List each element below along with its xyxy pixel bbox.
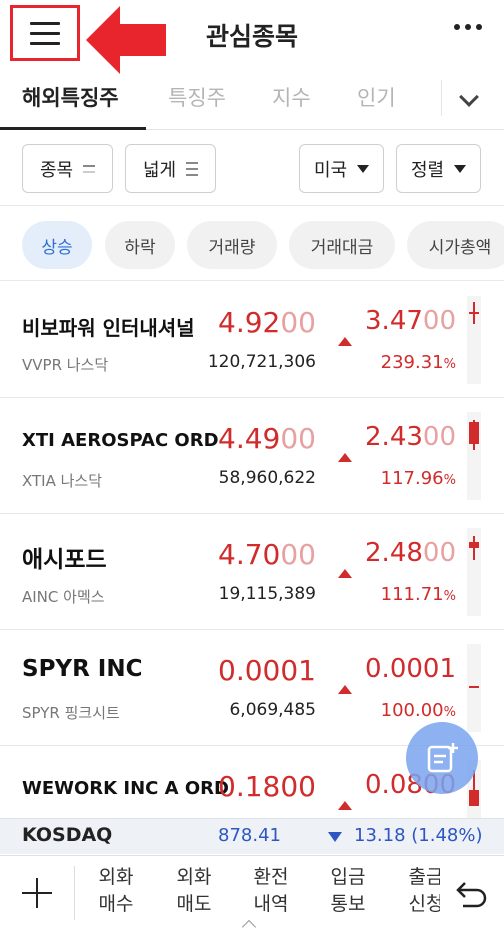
app-header: 관심종목 [0,0,504,74]
active-tab-indicator [0,127,146,130]
back-button[interactable] [440,864,504,924]
up-triangle-icon [338,453,352,462]
stock-volume: 58,960,622 [218,468,316,488]
chevron-down-icon[interactable] [459,87,479,107]
tab-popular[interactable]: 인기 [357,82,396,112]
stock-name: XTI AEROSPAC ORD [22,430,219,451]
stock-price: 4.7000 [218,538,316,571]
stock-name: 비보파워 인터내셔널 [22,316,195,340]
width-filter-label: 넓게 [142,159,177,181]
up-triangle-icon [338,685,352,694]
stock-change-percent: 239.31% [380,352,456,373]
stock-name: 애시포드 [22,547,107,573]
item-filter-label: 종목 [39,159,74,181]
stock-row[interactable]: 비보파워 인터내셔널 VVPR 나스닥 4.9200 120,721,306 3… [0,282,504,398]
candle-body [469,312,479,314]
chevron-up-icon [241,919,257,929]
stock-change-percent: 117.96% [380,468,456,489]
bottom-quick-menu: 외화 매수 외화 매도 환전 내역 입금 통보 출금 신청 [0,855,504,929]
add-memo-fab-button[interactable] [406,722,478,794]
stock-ticker-market: SPYR 핑크시트 [22,704,120,722]
candle-body [469,422,479,444]
stock-ticker-market: XTIA 나스닥 [22,472,103,490]
tab-divider [441,80,442,116]
candle-body [469,542,479,548]
index-value: 878.41 [218,825,281,846]
quick-menu-deposit-notice[interactable]: 입금 통보 [318,864,378,918]
stock-change-percent: 111.71% [380,584,456,605]
sort-select-label: 정렬 [410,159,445,181]
stock-row[interactable]: 애시포드 AINC 아멕스 4.7000 19,115,389 2.4800 1… [0,514,504,630]
undo-arrow-icon [456,882,487,908]
plus-icon[interactable] [20,876,54,910]
chip-rise[interactable]: 상승 [22,221,92,269]
category-tabs: 해외특징주 특징주 지수 인기 [0,66,504,130]
chip-market-cap[interactable]: 시가총액 [407,221,504,269]
stock-price: 0.0001 [218,654,316,687]
down-triangle-icon [328,832,342,842]
stock-change: 2.4300 [365,422,456,452]
index-ticker-bar[interactable]: KOSDAQ 878.41 13.18 (1.48%) [0,818,504,854]
item-filter-button[interactable]: 종목 [22,144,113,193]
page-title: 관심종목 [205,22,298,51]
stock-price: 4.9200 [218,306,316,339]
more-options-icon[interactable] [454,24,482,30]
quick-menu-exchange-history[interactable]: 환전 내역 [241,864,301,918]
candle-chart [467,644,481,732]
divider [74,866,75,920]
candle-chart [467,296,481,384]
candle-chart [467,412,481,500]
chip-volume[interactable]: 거래량 [187,221,277,269]
up-triangle-icon [338,569,352,578]
filter-bar: 종목 넓게 미국 정렬 [0,131,504,206]
stock-row[interactable]: XTI AEROSPAC ORD XTIA 나스닥 4.4900 58,960,… [0,398,504,514]
quick-menu-fx-buy[interactable]: 외화 매수 [86,864,146,918]
list-lines-icon [186,161,199,176]
sort-select[interactable]: 정렬 [396,144,481,193]
index-change: 13.18 (1.48%) [354,825,483,846]
tab-index[interactable]: 지수 [272,82,311,112]
dropdown-triangle-icon [454,164,467,173]
stock-change: 2.4800 [365,538,456,568]
chip-fall[interactable]: 하락 [105,221,175,269]
up-triangle-icon [338,801,352,810]
stock-change: 0.0001 [365,654,456,684]
stock-price: 0.1800 [218,770,316,803]
chip-trade-value[interactable]: 거래대금 [289,221,395,269]
candle-wick [473,536,475,560]
stock-name: WEWORK INC A ORD [22,778,229,799]
stock-change: 3.4700 [365,306,456,336]
stock-name: SPYR INC [22,656,143,682]
stock-change-percent: 100.00% [380,700,456,721]
tab-featured[interactable]: 특징주 [168,82,226,112]
ranking-chips: 상승 하락 거래량 거래대금 시가총액 [0,207,504,281]
tab-overseas-featured[interactable]: 해외특징주 [22,82,119,112]
width-filter-button[interactable]: 넓게 [125,144,216,193]
stock-volume: 6,069,485 [229,700,316,720]
stock-volume: 19,115,389 [218,584,316,604]
up-triangle-icon [338,337,352,346]
stock-ticker-market: AINC 아멕스 [22,588,105,606]
index-name: KOSDAQ [22,824,113,846]
list-lines-icon [83,164,96,173]
dropdown-triangle-icon [357,164,370,173]
stock-ticker-market: VVPR 나스닥 [22,356,109,374]
candle-chart [467,528,481,616]
stock-price: 4.4900 [218,422,316,455]
market-select-label: 미국 [313,159,348,181]
memo-add-icon [427,743,458,773]
market-select[interactable]: 미국 [299,144,384,193]
quick-menu-fx-sell[interactable]: 외화 매도 [164,864,224,918]
candle-body [469,790,479,806]
candle-body [469,686,479,688]
stock-volume: 120,721,306 [207,352,316,372]
